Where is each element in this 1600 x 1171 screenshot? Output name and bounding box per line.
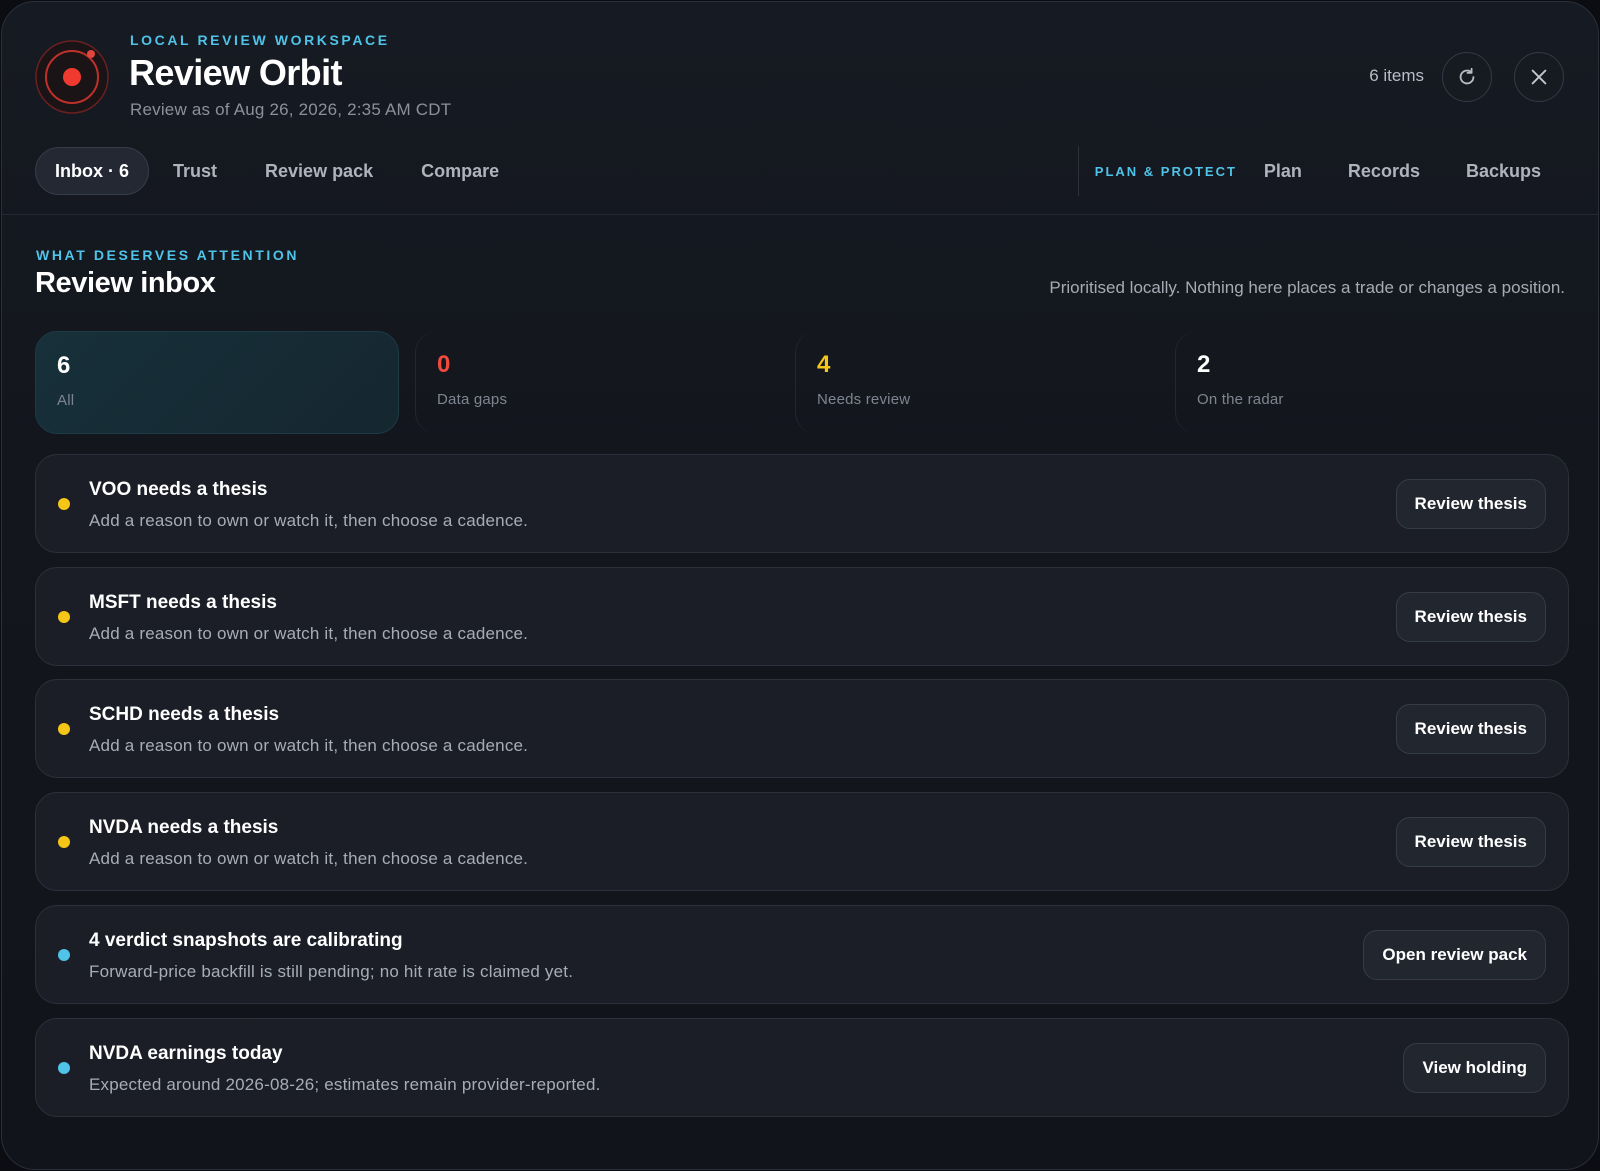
view-holding-button[interactable]: View holding — [1403, 1043, 1546, 1093]
status-dot — [58, 498, 70, 510]
tab-compare[interactable]: Compare — [397, 147, 523, 195]
tab-inbox[interactable]: Inbox · 6 — [35, 147, 150, 195]
filter-needs-review[interactable]: 4 Needs review — [795, 331, 1159, 434]
review-timestamp: Review as of Aug 26, 2026, 2:35 AM CDT — [130, 100, 452, 119]
list-item: MSFT needs a thesis Add a reason to own … — [35, 567, 1569, 666]
item-description: Add a reason to own or watch it, then ch… — [89, 624, 529, 643]
list-item: VOO needs a thesis Add a reason to own o… — [35, 454, 1569, 553]
stat-value: 4 — [817, 351, 831, 378]
tab-records[interactable]: Records — [1325, 147, 1443, 195]
tab-plan[interactable]: Plan — [1241, 147, 1325, 195]
item-title: NVDA earnings today — [89, 1043, 283, 1064]
item-description: Add a reason to own or watch it, then ch… — [89, 849, 529, 868]
stat-value: 2 — [1197, 351, 1211, 378]
section-eyebrow: WHAT DESERVES ATTENTION — [36, 247, 300, 263]
stat-label: On the radar — [1197, 391, 1284, 408]
section-note: Prioritised locally. Nothing here places… — [1049, 278, 1565, 297]
status-dot — [58, 1062, 70, 1074]
status-dot — [58, 836, 70, 848]
filter-data-gaps[interactable]: 0 Data gaps — [415, 331, 779, 434]
status-dot — [58, 949, 70, 961]
item-title: 4 verdict snapshots are calibrating — [89, 930, 403, 951]
item-title: NVDA needs a thesis — [89, 817, 279, 838]
orbit-logo-icon — [35, 40, 109, 114]
plan-protect-label: PLAN & PROTECT — [1094, 163, 1237, 179]
section-title: Review inbox — [35, 267, 216, 299]
stat-label: Data gaps — [437, 391, 508, 408]
list-item: SCHD needs a thesis Add a reason to own … — [35, 679, 1569, 778]
review-thesis-button[interactable]: Review thesis — [1395, 592, 1546, 642]
review-thesis-button[interactable]: Review thesis — [1395, 704, 1546, 754]
close-icon — [1531, 69, 1547, 85]
header: LOCAL REVIEW WORKSPACE Review Orbit Revi… — [2, 2, 1598, 215]
filter-on-the-radar[interactable]: 2 On the radar — [1175, 331, 1539, 434]
item-description: Add a reason to own or watch it, then ch… — [89, 736, 529, 755]
list-item: NVDA earnings today Expected around 2026… — [35, 1018, 1569, 1117]
item-count: 6 items — [1369, 66, 1424, 85]
list-item: 4 verdict snapshots are calibrating Forw… — [35, 905, 1569, 1004]
filter-all[interactable]: 6 All — [35, 331, 399, 434]
app-window: LOCAL REVIEW WORKSPACE Review Orbit Revi… — [1, 1, 1599, 1170]
primary-tabs: Inbox · 6 Trust Review pack Compare — [35, 146, 523, 196]
tab-group-divider — [1077, 146, 1079, 196]
close-button[interactable] — [1514, 52, 1564, 102]
stat-label: Needs review — [817, 391, 911, 408]
tab-backups[interactable]: Backups — [1443, 147, 1564, 195]
item-title: SCHD needs a thesis — [89, 704, 280, 725]
status-dot — [58, 611, 70, 623]
refresh-icon — [1459, 67, 1475, 85]
stat-value: 6 — [57, 352, 71, 379]
item-description: Add a reason to own or watch it, then ch… — [89, 511, 529, 530]
stat-label: All — [57, 392, 75, 409]
item-description: Forward-price backfill is still pending;… — [89, 962, 574, 981]
app-title: Review Orbit — [129, 52, 342, 93]
plan-protect-tabs: PLAN & PROTECT Plan Records Backups — [1077, 146, 1564, 196]
tab-review-pack[interactable]: Review pack — [241, 147, 397, 195]
item-description: Expected around 2026-08-26; estimates re… — [89, 1075, 601, 1094]
workspace-eyebrow: LOCAL REVIEW WORKSPACE — [130, 32, 390, 48]
review-thesis-button[interactable]: Review thesis — [1395, 817, 1546, 867]
item-title: MSFT needs a thesis — [89, 592, 277, 613]
refresh-button[interactable] — [1442, 52, 1492, 102]
list-item: NVDA needs a thesis Add a reason to own … — [35, 792, 1569, 891]
tab-trust[interactable]: Trust — [149, 147, 241, 195]
review-thesis-button[interactable]: Review thesis — [1395, 479, 1546, 529]
status-dot — [58, 723, 70, 735]
item-title: VOO needs a thesis — [89, 479, 268, 500]
stats-filter-bar: 6 All 0 Data gaps 4 Needs review 2 On th… — [35, 331, 1569, 434]
open-review-pack-button[interactable]: Open review pack — [1363, 930, 1546, 980]
stat-value: 0 — [437, 351, 451, 378]
